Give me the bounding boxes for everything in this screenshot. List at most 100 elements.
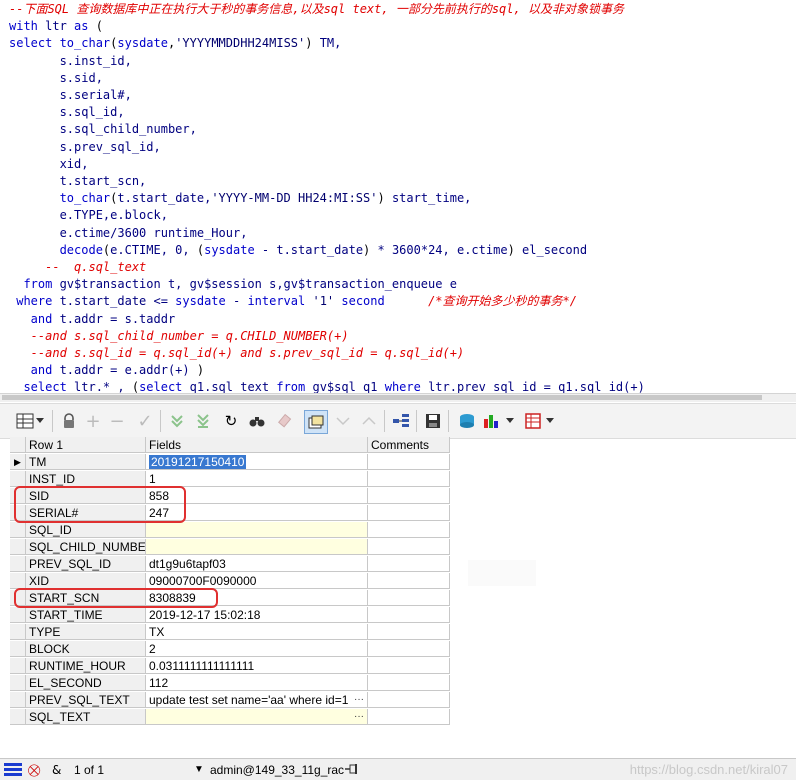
row-indicator[interactable] [10, 709, 26, 725]
sql-editor[interactable]: --下面SQL 查询数据库中正在执行大于秒的事务信息,以及sql text, 一… [0, 0, 796, 393]
field-value[interactable]: dt1g9u6tapf03 [146, 556, 368, 572]
field-comment[interactable] [368, 556, 450, 572]
connect-icon[interactable] [390, 410, 412, 432]
table-row[interactable]: START_TIME 2019-12-17 15:02:18 [10, 607, 450, 624]
field-comment[interactable] [368, 658, 450, 674]
table-row[interactable]: EL_SECOND 112 [10, 675, 450, 692]
code-line: xid, [9, 156, 89, 173]
row-indicator[interactable]: ▶ [10, 454, 26, 470]
export-icon[interactable] [456, 410, 478, 432]
table-row[interactable]: TYPE TX [10, 624, 450, 641]
field-value[interactable]: 1 [146, 471, 368, 487]
row-indicator[interactable] [10, 624, 26, 640]
field-value[interactable]: 0.0311111111111111 [146, 658, 368, 674]
field-value[interactable]: ··· [146, 709, 368, 725]
code-token: ( [131, 380, 140, 393]
field-value[interactable]: 09000700F0090000 [146, 573, 368, 589]
add-record-icon[interactable]: + [82, 410, 104, 432]
chart-dropdown-icon[interactable] [504, 410, 516, 432]
ellipsis-button[interactable]: ··· [354, 709, 364, 724]
row-indicator[interactable] [10, 641, 26, 657]
row-indicator[interactable] [10, 692, 26, 708]
clear-icon[interactable] [274, 410, 296, 432]
code-token: 'YYYYMMDDHH24MISS' [175, 36, 306, 51]
field-comment[interactable] [368, 692, 450, 708]
scrollbar-thumb[interactable] [2, 395, 762, 400]
table-row[interactable]: PREV_SQL_TEXT update test set name='aa' w… [10, 692, 450, 709]
field-name: TM [26, 454, 146, 470]
ellipsis-button[interactable]: ··· [354, 692, 364, 707]
delete-record-icon[interactable]: − [106, 410, 128, 432]
field-value[interactable]: 112 [146, 675, 368, 691]
post-icon[interactable]: ✓ [134, 410, 156, 432]
table-icon[interactable] [522, 410, 544, 432]
table-row[interactable]: RUNTIME_HOUR 0.0311111111111111 [10, 658, 450, 675]
table-dropdown-icon[interactable] [544, 410, 556, 432]
menu-icon[interactable] [4, 761, 22, 777]
table-row[interactable]: ▶ TM 20191217150410 [10, 454, 450, 471]
table-row[interactable]: BLOCK 2 [10, 641, 450, 658]
grid-view-icon[interactable] [14, 410, 36, 432]
row-indicator[interactable] [10, 539, 26, 555]
field-comment[interactable] [368, 675, 450, 691]
field-value[interactable]: 2019-12-17 15:02:18 [146, 607, 368, 623]
editor-horizontal-scrollbar[interactable] [0, 393, 796, 402]
single-record-view-icon[interactable] [304, 410, 328, 434]
field-comment[interactable] [368, 505, 450, 521]
code-line: and t.addr = e.addr(+) ) [9, 362, 204, 379]
field-value[interactable] [146, 539, 368, 555]
code-line: to_char(t.start_date,'YYYY-MM-DD HH24:MI… [9, 190, 472, 207]
field-value[interactable]: TX [146, 624, 368, 640]
field-comment[interactable] [368, 488, 450, 504]
find-icon[interactable] [246, 410, 268, 432]
row-indicator[interactable] [10, 573, 26, 589]
fetch-last-icon[interactable] [192, 410, 214, 432]
header-row-label[interactable]: Row 1 [26, 437, 146, 453]
field-comment[interactable] [368, 454, 450, 470]
field-comment[interactable] [368, 471, 450, 487]
field-comment[interactable] [368, 624, 450, 640]
row-indicator[interactable] [10, 658, 26, 674]
chart-icon[interactable] [482, 410, 504, 432]
connection-label[interactable]: admin@149_33_11g_rac [210, 762, 344, 778]
table-row[interactable]: PREV_SQL_ID dt1g9u6tapf03 [10, 556, 450, 573]
refresh-icon[interactable]: ↻ [220, 410, 242, 432]
stop-icon[interactable]: ⛒ [28, 762, 40, 778]
field-value[interactable]: 20191217150410 [146, 454, 368, 470]
row-indicator[interactable] [10, 556, 26, 572]
field-value[interactable] [146, 522, 368, 538]
connection-dropdown-icon[interactable]: ▼ [194, 762, 204, 778]
code-line: select to_char(sysdate,'YYYYMMDDHH24MISS… [9, 35, 341, 52]
pin-icon[interactable] [344, 762, 360, 778]
row-indicator[interactable] [10, 607, 26, 623]
field-comment[interactable] [368, 641, 450, 657]
header-comments[interactable]: Comments [368, 437, 450, 453]
row-indicator[interactable] [10, 522, 26, 538]
highlight-box-start-scn [14, 588, 218, 608]
sort-up-icon[interactable] [358, 410, 380, 432]
save-icon[interactable] [422, 410, 444, 432]
sort-icon[interactable] [332, 410, 354, 432]
field-value[interactable]: 2 [146, 641, 368, 657]
table-row[interactable]: SQL_ID [10, 522, 450, 539]
field-comment[interactable] [368, 607, 450, 623]
field-value[interactable]: update test set name='aa' where id=1 ··· [146, 692, 368, 708]
table-row[interactable]: SQL_TEXT ··· [10, 709, 450, 726]
field-comment[interactable] [368, 539, 450, 555]
table-row[interactable]: SQL_CHILD_NUMBER [10, 539, 450, 556]
code-token: to_char [59, 36, 111, 51]
code-token: --and s.sql_id = q.sql_id(+) and s.prev_… [9, 346, 465, 360]
row-indicator[interactable] [10, 675, 26, 691]
row-indicator[interactable] [10, 471, 26, 487]
field-value-text: 2019-12-17 15:02:18 [149, 608, 261, 622]
field-comment[interactable] [368, 573, 450, 589]
bind-icon[interactable]: & [52, 762, 61, 778]
fetch-next-icon[interactable] [166, 410, 188, 432]
field-comment[interactable] [368, 709, 450, 725]
header-fields[interactable]: Fields [146, 437, 368, 453]
field-name: PREV_SQL_ID [26, 556, 146, 572]
lock-icon[interactable] [58, 410, 80, 432]
field-comment[interactable] [368, 522, 450, 538]
field-comment[interactable] [368, 590, 450, 606]
dropdown-arrow-icon[interactable] [34, 410, 46, 432]
